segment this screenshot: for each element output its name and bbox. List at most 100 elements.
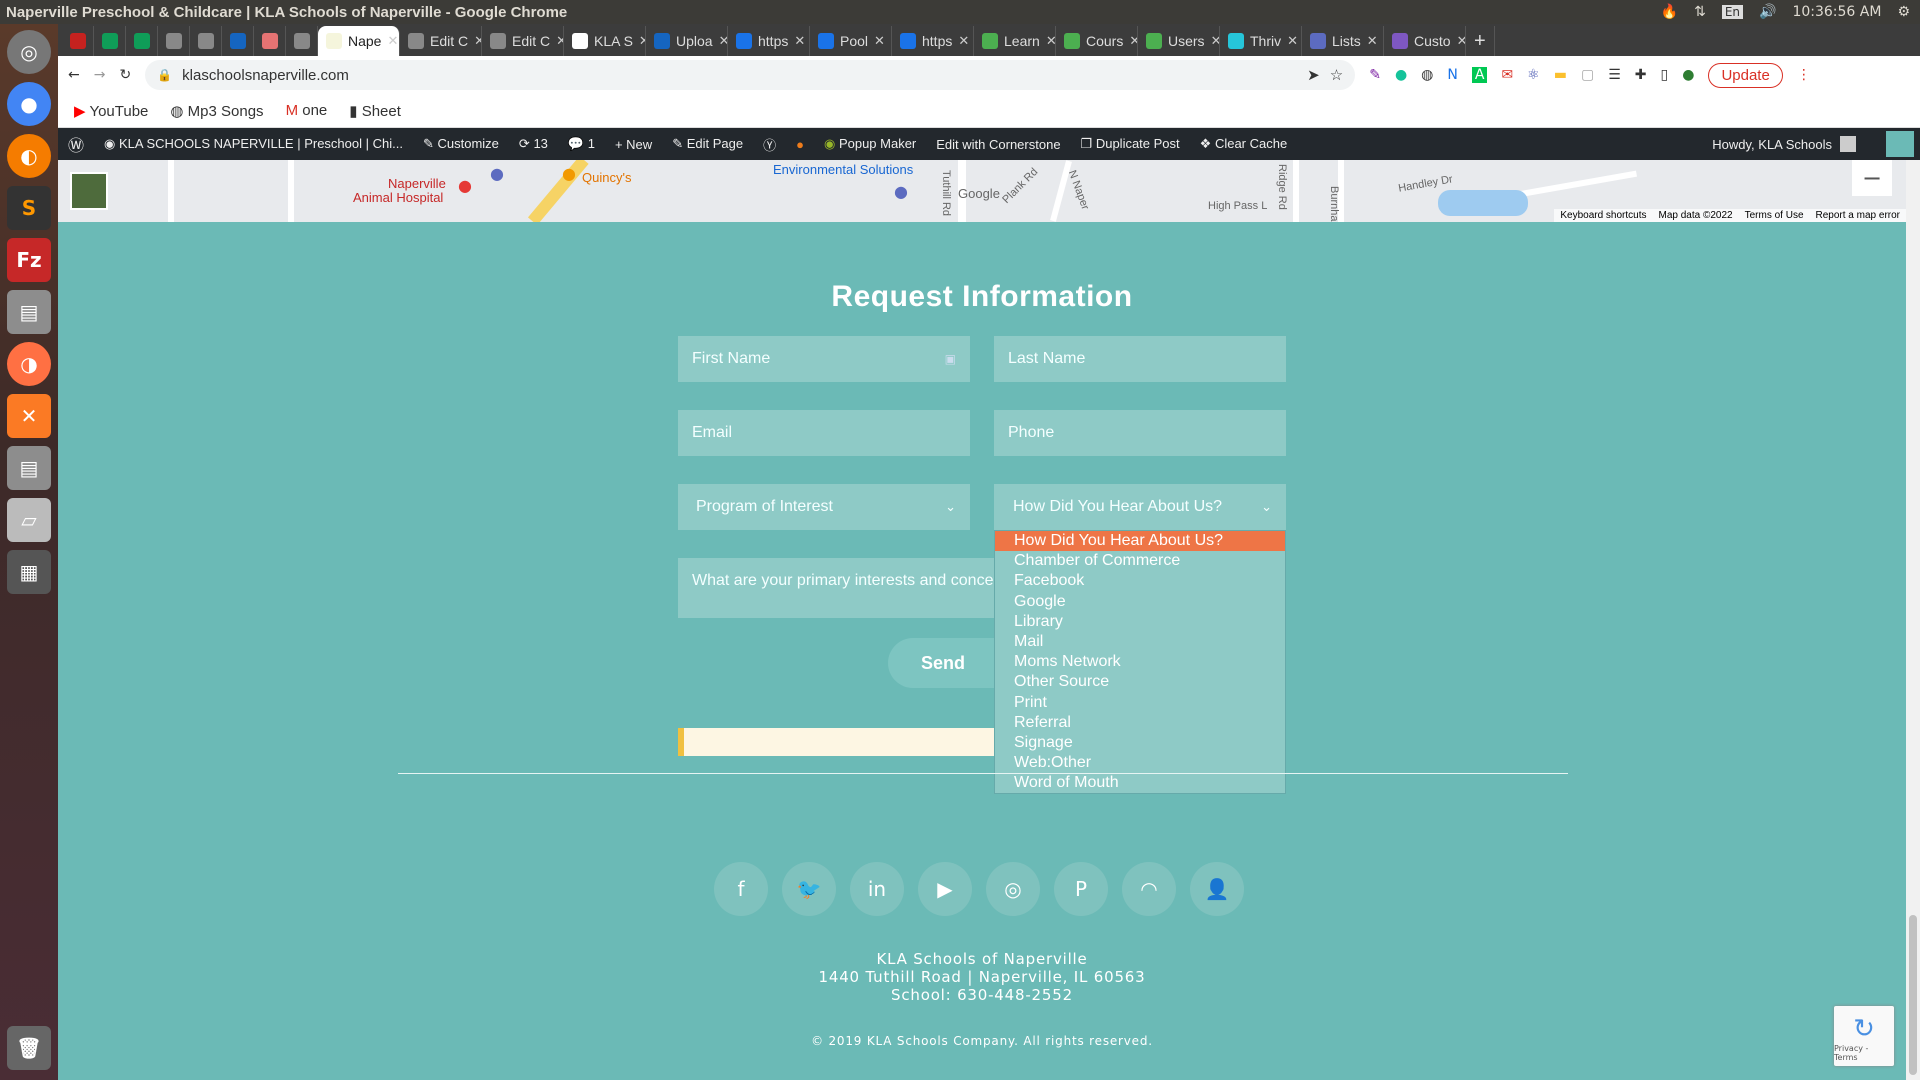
browser-tab[interactable] — [94, 26, 126, 56]
trash-icon[interactable]: 🗑 — [7, 1026, 51, 1070]
tab-close-icon[interactable]: ✕ — [958, 33, 969, 49]
dropdown-option[interactable]: Web:Other — [995, 753, 1285, 773]
update-button[interactable]: Update — [1708, 62, 1783, 88]
profile-avatar[interactable]: ● — [1682, 67, 1694, 83]
chrome-launcher-icon[interactable]: ● — [7, 82, 51, 126]
tab-close-icon[interactable]: ✕ — [474, 33, 481, 49]
settings-gear-icon[interactable]: ⚙ — [1897, 4, 1910, 20]
browser-tab[interactable] — [222, 26, 254, 56]
wp-comments[interactable]: 💬 1 — [568, 136, 595, 152]
dropdown-option[interactable]: Referral — [995, 713, 1285, 733]
tab-close-icon[interactable]: ✕ — [639, 33, 645, 49]
tab-close-icon[interactable]: ✕ — [719, 33, 727, 49]
first-name-field[interactable]: First Name ▣ — [678, 336, 970, 382]
dropdown-option[interactable]: Print — [995, 693, 1285, 713]
bookmark-sheet[interactable]: ▮ Sheet — [349, 102, 401, 120]
browser-tab[interactable] — [62, 26, 94, 56]
dash-home-icon[interactable]: ◎ — [7, 30, 51, 74]
dropdown-option[interactable]: Google — [995, 592, 1285, 612]
n-extension-icon[interactable]: N — [1447, 67, 1457, 83]
chrome-menu-icon[interactable]: ⋮ — [1797, 67, 1811, 83]
report-map-error-link[interactable]: Report a map error — [1816, 210, 1900, 221]
files-launcher-icon[interactable]: ▤ — [7, 290, 51, 334]
clock[interactable]: 10:36:56 AM — [1792, 4, 1881, 20]
browser-tab[interactable]: https ✕ — [892, 26, 974, 56]
map-pin-icon[interactable]: ● — [562, 164, 576, 183]
react-extension-icon[interactable]: ⚛ — [1527, 67, 1540, 83]
language-indicator[interactable]: En — [1721, 5, 1744, 19]
terms-link[interactable]: Terms of Use — [1745, 210, 1804, 221]
browser-tab[interactable] — [126, 26, 158, 56]
browser-tab[interactable]: Uploa ✕ — [646, 26, 728, 56]
google-map[interactable]: Naperville Animal Hospital ● ● ● Quincy'… — [58, 160, 1906, 222]
globe-extension-icon[interactable]: ◍ — [1421, 67, 1433, 83]
tab-close-icon[interactable]: ✕ — [1287, 33, 1298, 49]
dropdown-option[interactable]: Signage — [995, 733, 1285, 753]
wp-new[interactable]: + New — [615, 137, 652, 152]
forward-icon[interactable]: → — [94, 67, 106, 83]
files2-launcher-icon[interactable]: ▤ — [7, 446, 51, 490]
gmail-extension-icon[interactable]: ✉ — [1501, 67, 1513, 83]
instagram-icon[interactable]: ◎ — [986, 862, 1040, 916]
hear-about-select[interactable]: How Did You Hear About Us? ⌄ — [994, 484, 1286, 530]
firefox-dev-launcher-icon[interactable]: ◐ — [7, 134, 51, 178]
bookmark-youtube[interactable]: ▶ YouTube — [74, 102, 148, 120]
tab-close-icon[interactable]: ✕ — [1046, 33, 1055, 49]
wp-site-name[interactable]: ◉ KLA SCHOOLS NAPERVILLE | Preschool | C… — [104, 136, 403, 152]
browser-tab[interactable] — [254, 26, 286, 56]
list-extension-icon[interactable]: ☰ — [1608, 67, 1621, 83]
wp-duplicate-post[interactable]: ❐ Duplicate Post — [1081, 136, 1180, 152]
tab-close-icon[interactable]: ✕ — [387, 33, 398, 49]
tab-close-icon[interactable]: ✕ — [874, 33, 885, 49]
grey-extension-icon[interactable]: ▢ — [1581, 67, 1594, 83]
tab-close-icon[interactable]: ✕ — [1211, 33, 1219, 49]
send-tab-icon[interactable]: ➤ — [1307, 66, 1320, 84]
browser-tab[interactable] — [190, 26, 222, 56]
dropdown-option[interactable]: Library — [995, 612, 1285, 632]
yellow-extension-icon[interactable]: ▬ — [1554, 67, 1567, 83]
email-field[interactable]: Email — [678, 410, 970, 456]
sidepanel-icon[interactable]: ▯ — [1661, 67, 1669, 83]
tab-close-icon[interactable]: ✕ — [1129, 33, 1137, 49]
xampp-launcher-icon[interactable]: ✕ — [7, 394, 51, 438]
yoast-icon[interactable]: Ⓨ — [763, 135, 776, 154]
user-icon[interactable]: 👤 — [1190, 862, 1244, 916]
puzzle-extensions-icon[interactable]: ✚ — [1635, 67, 1647, 83]
scrollbar-thumb[interactable] — [1909, 915, 1917, 1075]
bookmark-mp3-songs[interactable]: ◍ Mp3 Songs — [170, 102, 263, 120]
tab-close-icon[interactable]: ✕ — [794, 33, 805, 49]
browser-tab[interactable]: Thriv ✕ — [1220, 26, 1302, 56]
message-textarea[interactable]: What are your primary interests and conc… — [678, 558, 994, 618]
wp-updates[interactable]: ⟳ 13 — [519, 136, 548, 152]
page-scrollbar[interactable] — [1906, 160, 1920, 1080]
twitter-icon[interactable]: 🐦 — [782, 862, 836, 916]
browser-tab[interactable]: Cours ✕ — [1056, 26, 1138, 56]
firefox-launcher-icon[interactable]: ◑ — [7, 342, 51, 386]
browser-tab[interactable]: Users ✕ — [1138, 26, 1220, 56]
browser-tab[interactable]: Nape ✕ — [318, 26, 400, 56]
keyboard-shortcuts-link[interactable]: Keyboard shortcuts — [1560, 210, 1646, 221]
a-extension-icon[interactable]: A — [1471, 67, 1488, 83]
workspace-switcher-icon[interactable]: ▦ — [7, 550, 51, 594]
map-pin-icon[interactable]: ● — [894, 182, 908, 201]
browser-tab[interactable]: Edit C ✕ — [400, 26, 482, 56]
sublime-text-launcher-icon[interactable]: S — [7, 186, 51, 230]
wp-account[interactable]: Howdy, KLA Schools — [1712, 136, 1866, 152]
browser-tab[interactable]: KLA S ✕ — [564, 26, 646, 56]
recaptcha-badge[interactable]: ↻ Privacy - Terms — [1834, 1006, 1894, 1066]
linkedin-icon[interactable]: in — [850, 862, 904, 916]
dropdown-option[interactable]: Chamber of Commerce — [995, 551, 1285, 571]
rss-icon[interactable]: ◠ — [1122, 862, 1176, 916]
dropdown-option[interactable]: Facebook — [995, 571, 1285, 591]
wp-popup-maker[interactable]: ◉ Popup Maker — [824, 136, 916, 152]
browser-tab[interactable]: https ✕ — [728, 26, 810, 56]
wp-cornerstone[interactable]: Edit with Cornerstone — [936, 137, 1060, 152]
bookmark-one[interactable]: M one — [286, 102, 328, 119]
dropdown-option[interactable]: How Did You Hear About Us? — [995, 531, 1285, 552]
browser-tab[interactable] — [158, 26, 190, 56]
dropdown-option[interactable]: Word of Mouth — [995, 773, 1285, 793]
browser-tab[interactable] — [286, 26, 318, 56]
youtube-icon[interactable]: ▶ — [918, 862, 972, 916]
dropdown-option[interactable]: Moms Network — [995, 652, 1285, 672]
wp-clear-cache[interactable]: ❖ Clear Cache — [1200, 136, 1288, 152]
